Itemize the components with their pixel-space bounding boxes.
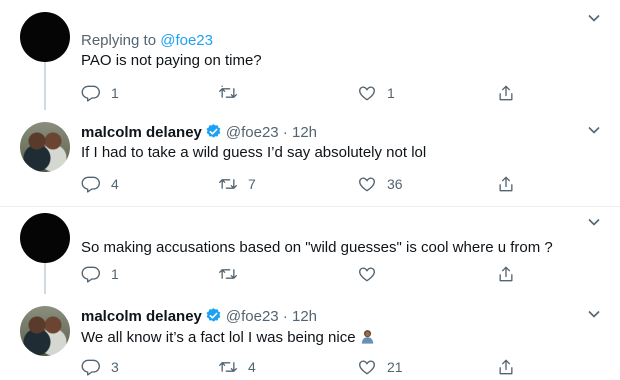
retweet-count: 4	[248, 359, 256, 375]
retweet-icon	[219, 269, 237, 279]
like-icon	[359, 360, 375, 375]
reply-icon	[81, 266, 100, 283]
share-icon	[499, 359, 513, 375]
reply-button[interactable]: 4	[81, 173, 119, 195]
like-button[interactable]: 36	[357, 173, 403, 195]
like-count: 36	[387, 176, 403, 192]
like-count: 1	[387, 85, 395, 101]
reply-count: 3	[111, 359, 119, 375]
retweet-button[interactable]	[218, 263, 248, 285]
like-icon	[359, 177, 375, 192]
chevron-down-icon[interactable]	[586, 306, 602, 322]
reply-count: 1	[111, 85, 119, 101]
thread-line	[44, 62, 46, 110]
share-icon	[499, 176, 513, 192]
share-icon	[499, 85, 513, 101]
retweet-button[interactable]	[218, 82, 248, 104]
retweet-button[interactable]: 4	[218, 356, 256, 378]
reply-icon	[81, 359, 100, 376]
avatar[interactable]	[20, 213, 70, 263]
verified-badge-icon	[206, 124, 221, 138]
mention-link[interactable]: @foe23	[160, 32, 213, 49]
retweet-count: 7	[248, 176, 256, 192]
chevron-down-icon[interactable]	[586, 10, 602, 26]
verified-badge-icon	[206, 308, 221, 322]
replying-to: Replying to @foe23	[81, 32, 213, 49]
retweet-icon	[219, 362, 237, 372]
tweet-text: PAO is not paying on time?	[81, 52, 262, 69]
like-button[interactable]: 21	[357, 356, 403, 378]
like-button[interactable]	[357, 263, 387, 285]
retweet-button[interactable]: 7	[218, 173, 256, 195]
separator-dot: ·	[282, 124, 288, 141]
display-name[interactable]: malcolm delaney	[81, 308, 202, 325]
person-bowing-emoji	[361, 330, 373, 344]
reply-count: 1	[111, 266, 119, 282]
share-button[interactable]	[496, 356, 516, 378]
chevron-down-icon[interactable]	[586, 122, 602, 138]
username[interactable]: @foe23	[226, 124, 279, 141]
like-icon	[359, 86, 375, 101]
retweet-icon	[219, 179, 237, 189]
tweet-1[interactable]: Replying to @foe23 PAO is not paying on …	[0, 0, 620, 110]
share-icon	[499, 266, 513, 282]
like-button[interactable]: 1	[357, 82, 395, 104]
display-name[interactable]: malcolm delaney	[81, 124, 202, 141]
chevron-down-icon[interactable]	[586, 214, 602, 230]
avatar[interactable]	[20, 306, 70, 356]
reply-button[interactable]: 3	[81, 356, 119, 378]
tweet-text: So making accusations based on "wild gue…	[81, 239, 553, 256]
share-button[interactable]	[496, 263, 516, 285]
like-icon	[359, 267, 375, 282]
username[interactable]: @foe23	[226, 308, 279, 325]
reply-button[interactable]: 1	[81, 263, 119, 285]
tweet-text: If I had to take a wild guess I’d say ab…	[81, 144, 427, 161]
reply-count: 4	[111, 176, 119, 192]
reply-button[interactable]: 1	[81, 82, 119, 104]
tweet-header: malcolm delaney @foe23 · 12h	[81, 307, 580, 325]
tweet-2[interactable]: malcolm delaney @foe23 · 12h If I had to …	[0, 110, 620, 200]
like-count: 21	[387, 359, 403, 375]
tweet-text: We all know it’s a fact lol I was being …	[81, 328, 580, 346]
retweet-icon	[219, 85, 237, 98]
tweet-header: malcolm delaney @foe23 · 12h	[81, 123, 580, 141]
avatar[interactable]	[20, 122, 70, 172]
reply-icon	[81, 85, 100, 102]
share-button[interactable]	[496, 173, 516, 195]
timestamp[interactable]: 12h	[292, 124, 317, 141]
tweet-3[interactable]: So making accusations based on "wild gue…	[0, 207, 620, 294]
avatar[interactable]	[20, 12, 70, 62]
reply-icon	[81, 176, 100, 193]
share-button[interactable]	[496, 82, 516, 104]
separator-dot: ·	[282, 308, 288, 325]
tweet-4[interactable]: malcolm delaney @foe23 · 12h We all know …	[0, 294, 620, 380]
thread-line	[44, 263, 46, 294]
timestamp[interactable]: 12h	[292, 308, 317, 325]
